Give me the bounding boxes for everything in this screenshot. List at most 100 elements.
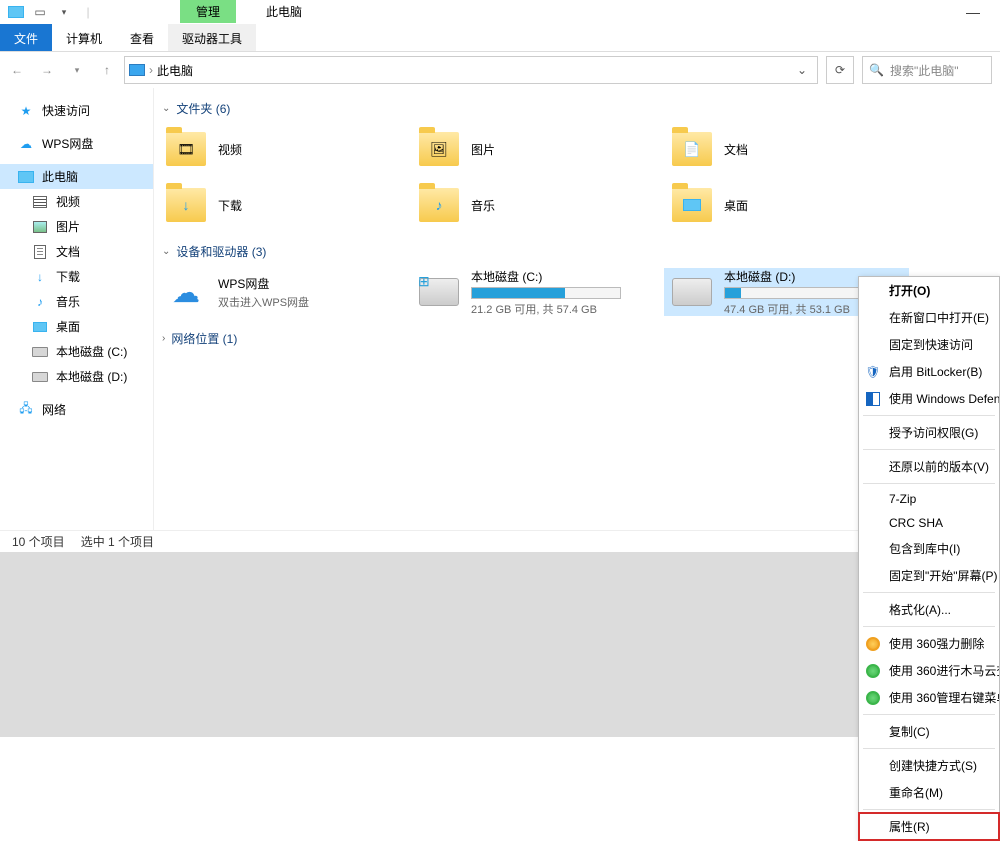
sidebar-item-videos[interactable]: 视频 bbox=[0, 189, 153, 214]
menu-separator bbox=[863, 592, 995, 593]
drive-wps[interactable]: ☁ WPS网盘 双击进入WPS网盘 bbox=[158, 268, 403, 316]
chevron-down-icon: ⌄ bbox=[162, 103, 170, 114]
app-icon bbox=[8, 4, 24, 20]
monitor-icon bbox=[18, 169, 34, 185]
circle-360-icon bbox=[865, 663, 881, 679]
menu-360-trojan-scan[interactable]: 使用 360进行木马云查 bbox=[859, 657, 999, 684]
tab-drive-tools[interactable]: 驱动器工具 bbox=[168, 24, 256, 51]
menu-separator bbox=[863, 449, 995, 450]
sidebar-item-this-pc[interactable]: 此电脑 bbox=[0, 164, 153, 189]
tile-label: 本地磁盘 (D:) bbox=[724, 268, 874, 285]
tile-label: 文档 bbox=[724, 141, 748, 158]
menu-7zip[interactable]: 7-Zip bbox=[859, 487, 999, 511]
status-selection: 选中 1 个项目 bbox=[81, 533, 154, 550]
menu-defender[interactable]: 使用 Windows Defen bbox=[859, 385, 999, 412]
sidebar-item-downloads[interactable]: ↓ 下载 bbox=[0, 264, 153, 289]
search-input[interactable]: 🔍 搜索"此电脑" bbox=[862, 56, 992, 84]
folder-documents[interactable]: 📄 文档 bbox=[664, 125, 909, 173]
hdd-icon bbox=[32, 344, 48, 360]
qat-item-icon[interactable]: ▭ bbox=[32, 4, 48, 20]
hdd-icon bbox=[672, 272, 712, 312]
menu-rename[interactable]: 重命名(M) bbox=[859, 779, 999, 806]
menu-restore-previous[interactable]: 还原以前的版本(V) bbox=[859, 453, 999, 480]
sidebar: ★ 快速访问 ☁ WPS网盘 此电脑 视频 图片 文档 ↓ 下载 bbox=[0, 88, 154, 530]
nav-buttons: ← → ▾ ↑ bbox=[8, 61, 116, 79]
tab-file[interactable]: 文件 bbox=[0, 24, 52, 51]
menu-360-force-delete[interactable]: 使用 360强力删除 bbox=[859, 630, 999, 657]
up-button[interactable]: ↑ bbox=[98, 61, 116, 79]
status-item-count: 10 个项目 bbox=[12, 533, 65, 550]
group-title: 文件夹 (6) bbox=[176, 100, 230, 117]
address-pc-icon bbox=[129, 64, 145, 76]
tile-label: 本地磁盘 (C:) bbox=[471, 268, 621, 285]
back-button[interactable]: ← bbox=[8, 61, 26, 79]
tab-computer[interactable]: 计算机 bbox=[52, 24, 116, 51]
folder-music[interactable]: ♪ 音乐 bbox=[411, 181, 656, 229]
address-dropdown-icon[interactable]: ⌄ bbox=[791, 63, 813, 77]
music-icon: ♪ bbox=[32, 294, 48, 310]
sidebar-label: 快速访问 bbox=[42, 102, 90, 119]
menu-format[interactable]: 格式化(A)... bbox=[859, 596, 999, 623]
tab-view[interactable]: 查看 bbox=[116, 24, 168, 51]
menu-open[interactable]: 打开(O) bbox=[859, 277, 999, 304]
menu-separator bbox=[863, 714, 995, 715]
sidebar-item-quick-access[interactable]: ★ 快速访问 bbox=[0, 98, 153, 123]
chevron-down-icon: ⌄ bbox=[162, 246, 170, 257]
menu-pin-quick-access[interactable]: 固定到快速访问 bbox=[859, 331, 999, 358]
menu-separator bbox=[863, 809, 995, 810]
refresh-button[interactable]: ⟳ bbox=[826, 56, 854, 84]
menu-360-rclick-manage[interactable]: 使用 360管理右键菜单 bbox=[859, 684, 999, 711]
sidebar-item-pictures[interactable]: 图片 bbox=[0, 214, 153, 239]
cloud-icon: ☁ bbox=[18, 136, 34, 152]
menu-crc-sha[interactable]: CRC SHA bbox=[859, 511, 999, 535]
group-header-drives[interactable]: ⌄ 设备和驱动器 (3) bbox=[158, 239, 996, 268]
main-area: ★ 快速访问 ☁ WPS网盘 此电脑 视频 图片 文档 ↓ 下载 bbox=[0, 88, 1000, 530]
folder-videos[interactable]: 🎞 视频 bbox=[158, 125, 403, 173]
context-tab-label: 管理 bbox=[180, 0, 236, 23]
qat-dropdown-icon[interactable]: ▾ bbox=[56, 4, 72, 20]
folder-icon: 📄 bbox=[672, 129, 712, 169]
folder-pictures[interactable]: 🖼 图片 bbox=[411, 125, 656, 173]
menu-include-library[interactable]: 包含到库中(I) bbox=[859, 535, 999, 562]
download-icon: ↓ bbox=[32, 269, 48, 285]
sidebar-item-documents[interactable]: 文档 bbox=[0, 239, 153, 264]
hdd-icon bbox=[32, 369, 48, 385]
menu-separator bbox=[863, 483, 995, 484]
group-header-folders[interactable]: ⌄ 文件夹 (6) bbox=[158, 96, 996, 125]
sidebar-label: 桌面 bbox=[56, 318, 80, 335]
folder-downloads[interactable]: ↓ 下载 bbox=[158, 181, 403, 229]
menu-bitlocker[interactable]: 🛡启用 BitLocker(B) bbox=[859, 358, 999, 385]
folder-desktop[interactable]: 桌面 bbox=[664, 181, 909, 229]
sidebar-label: WPS网盘 bbox=[42, 135, 93, 152]
group-title: 网络位置 (1) bbox=[171, 330, 237, 347]
sidebar-item-music[interactable]: ♪ 音乐 bbox=[0, 289, 153, 314]
breadcrumb-root[interactable]: 此电脑 bbox=[153, 62, 197, 79]
menu-grant-access[interactable]: 授予访问权限(G) bbox=[859, 419, 999, 446]
sidebar-label: 下载 bbox=[56, 268, 80, 285]
sidebar-item-network[interactable]: 🖧 网络 bbox=[0, 397, 153, 422]
menu-open-new-window[interactable]: 在新窗口中打开(E) bbox=[859, 304, 999, 331]
forward-button[interactable]: → bbox=[38, 61, 56, 79]
window-title: 此电脑 bbox=[266, 3, 302, 20]
menu-properties[interactable]: 属性(R) bbox=[859, 813, 999, 840]
menu-create-shortcut[interactable]: 创建快捷方式(S) bbox=[859, 752, 999, 779]
address-bar[interactable]: › 此电脑 ⌄ bbox=[124, 56, 818, 84]
menu-copy[interactable]: 复制(C) bbox=[859, 718, 999, 745]
hdd-icon bbox=[419, 272, 459, 312]
sidebar-label: 音乐 bbox=[56, 293, 80, 310]
sidebar-item-drive-c[interactable]: 本地磁盘 (C:) bbox=[0, 339, 153, 364]
recent-dropdown-icon[interactable]: ▾ bbox=[68, 61, 86, 79]
group-title: 设备和驱动器 (3) bbox=[176, 243, 266, 260]
minimize-button[interactable]: — bbox=[966, 4, 1000, 20]
sidebar-item-drive-d[interactable]: 本地磁盘 (D:) bbox=[0, 364, 153, 389]
sidebar-item-desktop[interactable]: 桌面 bbox=[0, 314, 153, 339]
status-bar: 10 个项目 选中 1 个项目 bbox=[0, 530, 1000, 552]
menu-pin-start[interactable]: 固定到"开始"屏幕(P) bbox=[859, 562, 999, 589]
drive-c[interactable]: 本地磁盘 (C:) 21.2 GB 可用, 共 57.4 GB bbox=[411, 268, 656, 316]
usage-bar bbox=[471, 287, 621, 299]
usage-bar bbox=[724, 287, 874, 299]
tile-subtitle: 47.4 GB 可用, 共 53.1 GB bbox=[724, 301, 874, 317]
sidebar-label: 网络 bbox=[42, 401, 66, 418]
sidebar-item-wps[interactable]: ☁ WPS网盘 bbox=[0, 131, 153, 156]
ribbon-context-header: 管理 此电脑 bbox=[180, 0, 302, 23]
